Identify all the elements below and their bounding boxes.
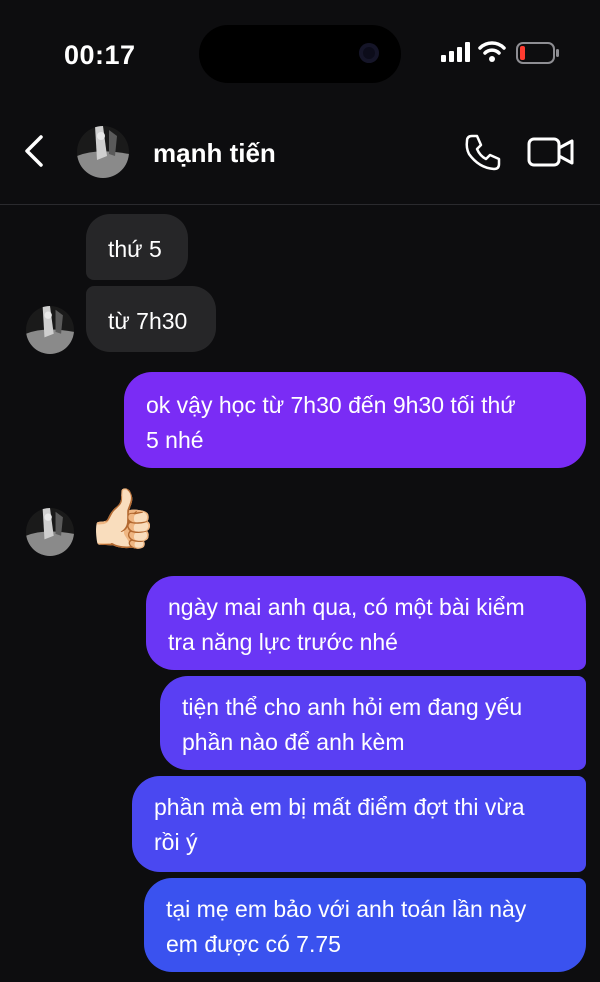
chat-header: mạnh tiến bbox=[0, 100, 600, 205]
message-outgoing[interactable]: ngày mai anh qua, có một bài kiểm tra nă… bbox=[146, 576, 586, 670]
front-camera bbox=[359, 43, 379, 63]
dynamic-island bbox=[199, 25, 401, 83]
status-bar: 00:17 bbox=[0, 0, 600, 100]
message-text-line: em được có 7.75 bbox=[166, 931, 341, 957]
video-camera-icon[interactable] bbox=[527, 136, 575, 168]
message-text: thứ 5 bbox=[108, 236, 162, 262]
contact-name[interactable]: mạnh tiến bbox=[153, 138, 276, 169]
message-incoming[interactable]: từ 7h30 bbox=[86, 286, 216, 352]
message-text-line: 5 nhé bbox=[146, 427, 204, 453]
battery-low-icon bbox=[516, 42, 559, 64]
chevron-left-icon[interactable] bbox=[22, 134, 46, 168]
message-outgoing[interactable]: tiện thể cho anh hỏi em đang yếu phần nà… bbox=[160, 676, 586, 770]
message-text-line: rồi ý bbox=[154, 829, 198, 855]
cellular-signal-icon bbox=[441, 42, 470, 62]
message-text-line: phần nào để anh kèm bbox=[182, 729, 405, 755]
message-outgoing[interactable]: phần mà em bị mất điểm đợt thi vừa rồi ý bbox=[132, 776, 586, 872]
message-outgoing[interactable]: ok vậy học từ 7h30 đến 9h30 tối thứ 5 nh… bbox=[124, 372, 586, 468]
message-text-line: ngày mai anh qua, có một bài kiểm bbox=[168, 594, 525, 620]
thumbs-up-reaction[interactable]: 👍🏻 bbox=[86, 486, 158, 552]
contact-avatar[interactable] bbox=[77, 126, 129, 178]
message-text: từ 7h30 bbox=[108, 308, 188, 334]
message-outgoing[interactable]: tại mẹ em bảo với anh toán lần này em đư… bbox=[144, 878, 586, 972]
status-time: 00:17 bbox=[64, 40, 136, 70]
message-incoming[interactable]: thứ 5 bbox=[86, 214, 188, 280]
contact-avatar-small[interactable] bbox=[26, 306, 74, 354]
message-text-line: tra năng lực trước nhé bbox=[168, 629, 398, 655]
wifi-icon bbox=[478, 41, 506, 62]
message-text-line: tại mẹ em bảo với anh toán lần này bbox=[166, 896, 527, 922]
contact-avatar-small[interactable] bbox=[26, 508, 74, 556]
phone-icon[interactable] bbox=[463, 132, 503, 172]
message-text-line: ok vậy học từ 7h30 đến 9h30 tối thứ bbox=[146, 392, 516, 418]
message-text-line: phần mà em bị mất điểm đợt thi vừa bbox=[154, 794, 525, 820]
message-text-line: tiện thể cho anh hỏi em đang yếu bbox=[182, 694, 523, 720]
